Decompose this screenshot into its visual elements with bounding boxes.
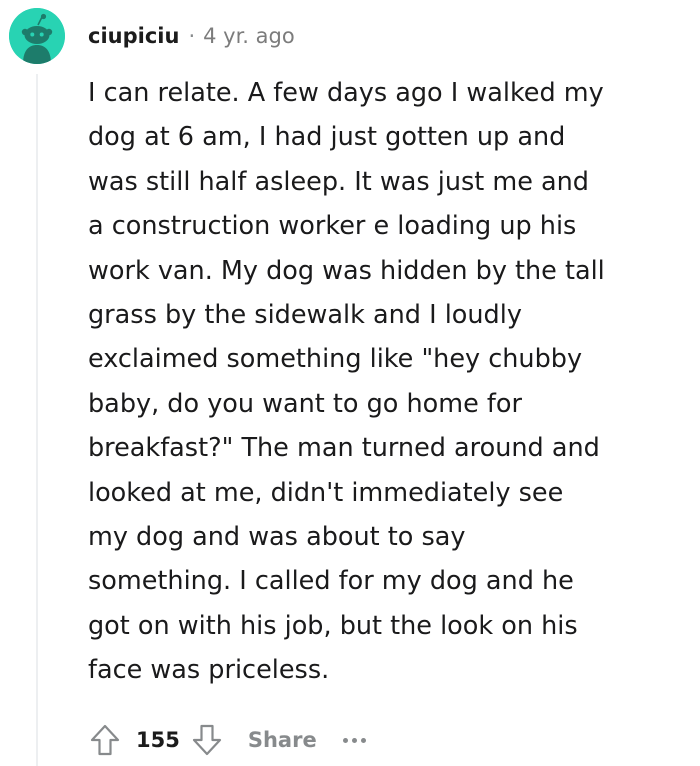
comment-actions: 155 Share	[82, 717, 366, 763]
share-button[interactable]: Share	[248, 728, 317, 752]
author-name[interactable]: ciupiciu	[88, 24, 179, 48]
thread-line[interactable]	[36, 74, 38, 766]
upvote-arrow-icon	[90, 724, 120, 756]
comment-age[interactable]: 4 yr. ago	[203, 24, 295, 48]
vote-score: 155	[136, 728, 180, 752]
more-options-button[interactable]	[342, 725, 366, 755]
snoo-avatar-icon	[9, 8, 65, 64]
upvote-button[interactable]	[82, 717, 128, 763]
more-options-icon	[360, 737, 366, 743]
user-avatar[interactable]	[9, 8, 65, 64]
comment-meta: ciupiciu · 4 yr. ago	[88, 22, 295, 50]
comment: ciupiciu · 4 yr. ago I can relate. A few…	[0, 0, 700, 766]
downvote-arrow-icon	[192, 724, 221, 756]
more-options-icon	[351, 737, 357, 743]
downvote-button[interactable]	[184, 717, 230, 763]
more-options-icon	[342, 737, 348, 743]
meta-separator: ·	[188, 24, 196, 48]
comment-body: I can relate. A few days ago I walked my…	[88, 78, 605, 686]
